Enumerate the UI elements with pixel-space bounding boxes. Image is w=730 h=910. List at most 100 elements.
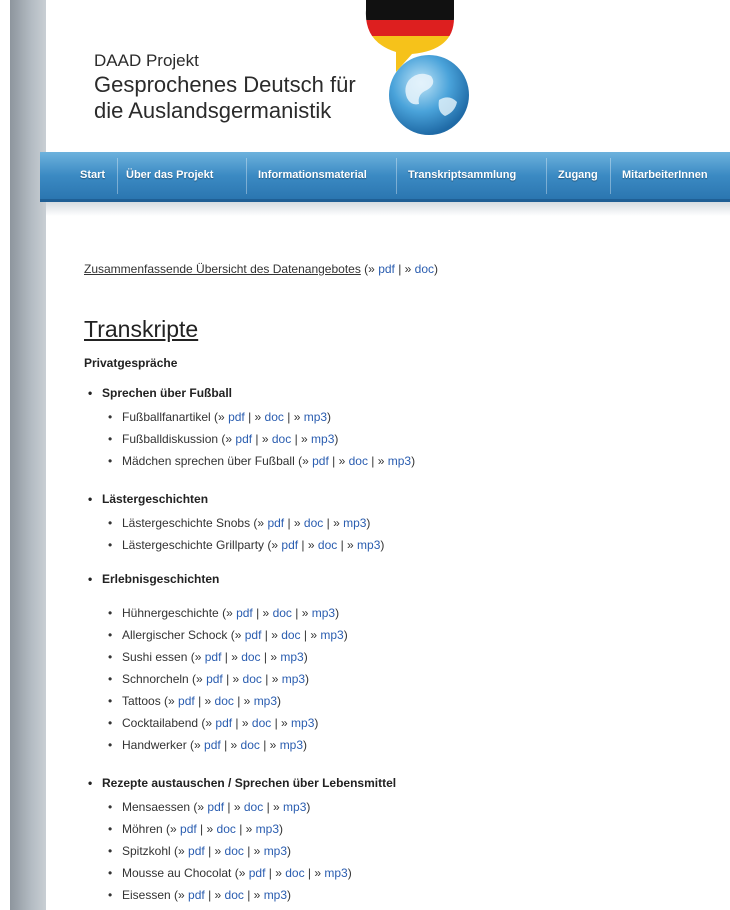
item-doc-link[interactable]: doc bbox=[217, 822, 236, 836]
nav-ueber-das-projekt[interactable]: Über das Projekt bbox=[126, 152, 213, 199]
item-doc-link[interactable]: doc bbox=[318, 538, 337, 552]
summary-pdf-link[interactable]: pdf bbox=[378, 262, 395, 276]
item-doc-link[interactable]: doc bbox=[349, 454, 368, 468]
item-mp3-link[interactable]: mp3 bbox=[264, 888, 287, 902]
item-doc-link[interactable]: doc bbox=[225, 844, 244, 858]
main-navigation: Start Über das Projekt Informationsmater… bbox=[40, 152, 730, 202]
item-mp3-link[interactable]: mp3 bbox=[280, 650, 303, 664]
item-pdf-link[interactable]: pdf bbox=[281, 538, 298, 552]
bullet: • bbox=[108, 822, 113, 836]
page-title: Transkripte bbox=[84, 316, 199, 342]
bullet: • bbox=[108, 432, 113, 446]
item-doc-link[interactable]: doc bbox=[243, 672, 262, 686]
item-name: Mädchen sprechen über Fußball bbox=[122, 454, 295, 468]
item-doc-link[interactable]: doc bbox=[285, 866, 304, 880]
item-name: Lästergeschichte Grillparty bbox=[122, 538, 265, 552]
bullet: • bbox=[108, 694, 113, 708]
item-mp3-link[interactable]: mp3 bbox=[320, 628, 343, 642]
nav-separator bbox=[117, 158, 118, 194]
summary-line: Zusammenfassende Übersicht des Datenange… bbox=[84, 262, 439, 276]
item-pdf-link[interactable]: pdf bbox=[228, 410, 245, 424]
nav-transkriptsammlung[interactable]: Transkriptsammlung bbox=[408, 152, 516, 199]
site-header: DAAD Projekt Gesprochenes Deutsch für di… bbox=[46, 0, 730, 152]
item-pdf-link[interactable]: pdf bbox=[236, 606, 253, 620]
item-mp3-link[interactable]: mp3 bbox=[312, 606, 335, 620]
item-doc-link[interactable]: doc bbox=[252, 716, 271, 730]
item-name: Fußballfanartikel bbox=[122, 410, 211, 424]
item-name: Allergischer Schock bbox=[122, 628, 228, 642]
item-pdf-link[interactable]: pdf bbox=[180, 822, 197, 836]
item-pdf-link[interactable]: pdf bbox=[207, 800, 224, 814]
group-heading: • Rezepte austauschen / Sprechen über Leb… bbox=[88, 776, 396, 790]
item-doc-link[interactable]: doc bbox=[265, 410, 284, 424]
bullet: • bbox=[88, 776, 93, 790]
item-doc-link[interactable]: doc bbox=[241, 738, 260, 752]
nav-zugang[interactable]: Zugang bbox=[558, 152, 598, 199]
item-pdf-link[interactable]: pdf bbox=[249, 866, 266, 880]
item-mp3-link[interactable]: mp3 bbox=[280, 738, 303, 752]
item-mp3-link[interactable]: mp3 bbox=[254, 694, 277, 708]
bullet: • bbox=[108, 672, 113, 686]
bullet: • bbox=[108, 844, 113, 858]
item-mp3-link[interactable]: mp3 bbox=[264, 844, 287, 858]
nav-start[interactable]: Start bbox=[80, 152, 105, 199]
bullet: • bbox=[108, 538, 113, 552]
item-mp3-link[interactable]: mp3 bbox=[282, 672, 305, 686]
item-mp3-link[interactable]: mp3 bbox=[343, 516, 366, 530]
page-margin bbox=[0, 0, 10, 910]
item-mp3-link[interactable]: mp3 bbox=[311, 432, 334, 446]
item-name: Mensaessen bbox=[122, 800, 191, 814]
item-pdf-link[interactable]: pdf bbox=[215, 716, 232, 730]
item-doc-link[interactable]: doc bbox=[241, 650, 260, 664]
item-pdf-link[interactable]: pdf bbox=[235, 432, 252, 446]
item-pdf-link[interactable]: pdf bbox=[206, 672, 223, 686]
list-item: • Fußballfanartikel (» pdf | » doc | » mp… bbox=[108, 410, 332, 424]
bullet: • bbox=[108, 866, 113, 880]
item-name: Lästergeschichte Snobs bbox=[122, 516, 251, 530]
item-doc-link[interactable]: doc bbox=[281, 628, 300, 642]
list-item: • Fußballdiskussion (» pdf | » doc | » mp… bbox=[108, 432, 339, 446]
item-mp3-link[interactable]: mp3 bbox=[291, 716, 314, 730]
nav-separator bbox=[610, 158, 611, 194]
item-mp3-link[interactable]: mp3 bbox=[256, 822, 279, 836]
item-mp3-link[interactable]: mp3 bbox=[283, 800, 306, 814]
item-pdf-link[interactable]: pdf bbox=[188, 888, 205, 902]
nav-mitarbeiterinnen[interactable]: MitarbeiterInnen bbox=[622, 152, 708, 199]
list-item: • Möhren (» pdf | » doc | » mp3) bbox=[108, 822, 284, 836]
summary-link[interactable]: Zusammenfassende Übersicht des Datenange… bbox=[84, 262, 361, 276]
item-doc-link[interactable]: doc bbox=[304, 516, 323, 530]
list-item: • Hühnergeschichte (» pdf | » doc | » mp3… bbox=[108, 606, 340, 620]
item-pdf-link[interactable]: pdf bbox=[188, 844, 205, 858]
item-pdf-link[interactable]: pdf bbox=[245, 628, 262, 642]
nav-separator bbox=[546, 158, 547, 194]
section-subtitle: Privatgespräche bbox=[84, 356, 178, 370]
item-mp3-link[interactable]: mp3 bbox=[388, 454, 411, 468]
group-title: Lästergeschichten bbox=[102, 492, 209, 506]
item-pdf-link[interactable]: pdf bbox=[205, 650, 222, 664]
item-name: Hühnergeschichte bbox=[122, 606, 219, 620]
item-mp3-link[interactable]: mp3 bbox=[304, 410, 327, 424]
list-item: • Cocktailabend (» pdf | » doc | » mp3) bbox=[108, 716, 319, 730]
summary-doc-link[interactable]: doc bbox=[415, 262, 434, 276]
bullet: • bbox=[108, 716, 113, 730]
item-doc-link[interactable]: doc bbox=[273, 606, 292, 620]
item-doc-link[interactable]: doc bbox=[215, 694, 234, 708]
item-doc-link[interactable]: doc bbox=[272, 432, 291, 446]
item-pdf-link[interactable]: pdf bbox=[267, 516, 284, 530]
list-item: • Handwerker (» pdf | » doc | » mp3) bbox=[108, 738, 308, 752]
bullet: • bbox=[108, 454, 113, 468]
list-item: • Schnorcheln (» pdf | » doc | » mp3) bbox=[108, 672, 310, 686]
item-name: Sushi essen bbox=[122, 650, 188, 664]
group-heading: • Lästergeschichten bbox=[88, 492, 208, 506]
item-doc-link[interactable]: doc bbox=[225, 888, 244, 902]
list-item: • Lästergeschichte Grillparty (» pdf | » … bbox=[108, 538, 385, 552]
group-title: Erlebnisgeschichten bbox=[102, 572, 220, 586]
item-name: Tattoos bbox=[122, 694, 161, 708]
item-pdf-link[interactable]: pdf bbox=[204, 738, 221, 752]
item-pdf-link[interactable]: pdf bbox=[312, 454, 329, 468]
nav-informationsmaterial[interactable]: Informationsmaterial bbox=[258, 152, 367, 199]
item-pdf-link[interactable]: pdf bbox=[178, 694, 195, 708]
item-mp3-link[interactable]: mp3 bbox=[324, 866, 347, 880]
item-doc-link[interactable]: doc bbox=[244, 800, 263, 814]
item-mp3-link[interactable]: mp3 bbox=[357, 538, 380, 552]
